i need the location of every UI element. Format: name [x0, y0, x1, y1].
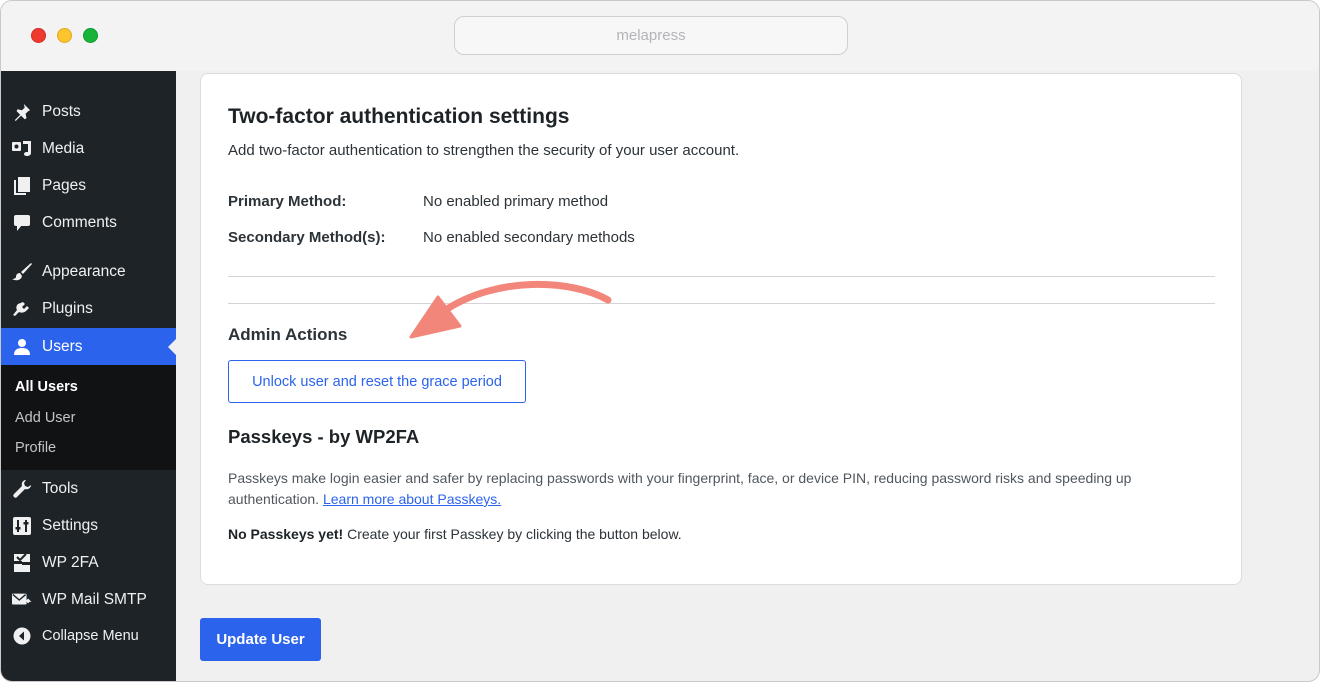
- sidebar-item-label: Plugins: [42, 299, 93, 317]
- sidebar-item-label: Posts: [42, 102, 81, 120]
- media-icon: [12, 139, 32, 159]
- settings-icon: [12, 516, 32, 536]
- pages-icon: [12, 176, 32, 196]
- sidebar-item-label: Pages: [42, 176, 86, 194]
- update-user-button[interactable]: Update User: [200, 618, 321, 661]
- sidebar-item-label: Tools: [42, 479, 79, 497]
- users-submenu: All Users Add User Profile: [1, 365, 176, 470]
- collapse-icon: [12, 626, 32, 646]
- settings-description: Add two-factor authentication to strengt…: [228, 142, 740, 159]
- sidebar-item-label: Appearance: [42, 262, 126, 280]
- wrench-icon: [12, 479, 32, 499]
- comment-icon: [12, 213, 32, 233]
- divider: [228, 276, 1215, 277]
- title-bar: melapress: [1, 1, 1319, 71]
- minimize-window-button[interactable]: [57, 28, 72, 43]
- maximize-window-button[interactable]: [83, 28, 98, 43]
- no-passkeys-bold: No Passkeys yet!: [228, 526, 344, 542]
- sidebar-item-wp2fa[interactable]: WP 2FA: [1, 544, 176, 581]
- submenu-item-profile[interactable]: Profile: [15, 440, 56, 456]
- passkeys-description: Passkeys make login easier and safer by …: [228, 468, 1208, 510]
- divider: [228, 303, 1215, 304]
- annotation-arrow-icon: [409, 280, 612, 339]
- sidebar-item-label: Media: [42, 139, 85, 157]
- sidebar-item-wp-mail-smtp[interactable]: WP Mail SMTP: [1, 581, 176, 618]
- admin-sidebar: Posts Media Pages Comments Appearance Pl…: [1, 71, 176, 681]
- sidebar-item-label: Collapse Menu: [42, 627, 139, 644]
- address-bar[interactable]: melapress: [454, 16, 848, 55]
- two-factor-settings-card: Two-factor authentication settings Add t…: [200, 73, 1242, 585]
- primary-method-value: No enabled primary method: [423, 193, 609, 210]
- submenu-item-all-users[interactable]: All Users: [15, 379, 78, 395]
- pushpin-icon: [12, 102, 32, 122]
- browser-window: melapress Posts Media Pages Comments App…: [0, 0, 1320, 682]
- plug-icon: [12, 299, 32, 319]
- sidebar-item-media[interactable]: Media: [1, 130, 176, 167]
- wp2fa-icon: [12, 552, 32, 573]
- page-title: Two-factor authentication settings: [228, 105, 570, 128]
- passkeys-heading: Passkeys - by WP2FA: [228, 426, 420, 447]
- sidebar-item-label: WP Mail SMTP: [42, 590, 147, 608]
- secondary-method-label: Secondary Method(s):: [228, 229, 386, 246]
- sidebar-item-label: Settings: [42, 516, 99, 534]
- submenu-item-add-user[interactable]: Add User: [15, 410, 75, 426]
- sidebar-item-pages[interactable]: Pages: [1, 167, 176, 204]
- unlock-user-button[interactable]: Unlock user and reset the grace period: [228, 360, 526, 403]
- sidebar-item-posts[interactable]: Posts: [1, 93, 176, 130]
- brush-icon: [12, 262, 32, 282]
- sidebar-item-label: WP 2FA: [42, 553, 99, 571]
- collapse-menu-button[interactable]: Collapse Menu: [1, 617, 176, 654]
- sidebar-item-appearance[interactable]: Appearance: [1, 253, 176, 290]
- sidebar-item-users[interactable]: Users: [1, 328, 176, 365]
- sidebar-item-comments[interactable]: Comments: [1, 204, 176, 241]
- user-icon: [12, 337, 32, 357]
- admin-actions-heading: Admin Actions: [228, 325, 348, 344]
- no-passkeys-text: Create your first Passkey by clicking th…: [347, 526, 682, 542]
- mail-icon: [12, 590, 32, 610]
- sidebar-item-tools[interactable]: Tools: [1, 470, 176, 507]
- sidebar-item-settings[interactable]: Settings: [1, 507, 176, 544]
- learn-more-passkeys-link[interactable]: Learn more about Passkeys.: [323, 491, 501, 507]
- secondary-method-value: No enabled secondary methods: [423, 229, 635, 246]
- no-passkeys-note: No Passkeys yet! Create your first Passk…: [228, 526, 682, 542]
- sidebar-item-plugins[interactable]: Plugins: [1, 290, 176, 327]
- primary-method-label: Primary Method:: [228, 193, 347, 210]
- close-window-button[interactable]: [31, 28, 46, 43]
- sidebar-item-label: Users: [42, 337, 83, 355]
- sidebar-item-label: Comments: [42, 213, 117, 231]
